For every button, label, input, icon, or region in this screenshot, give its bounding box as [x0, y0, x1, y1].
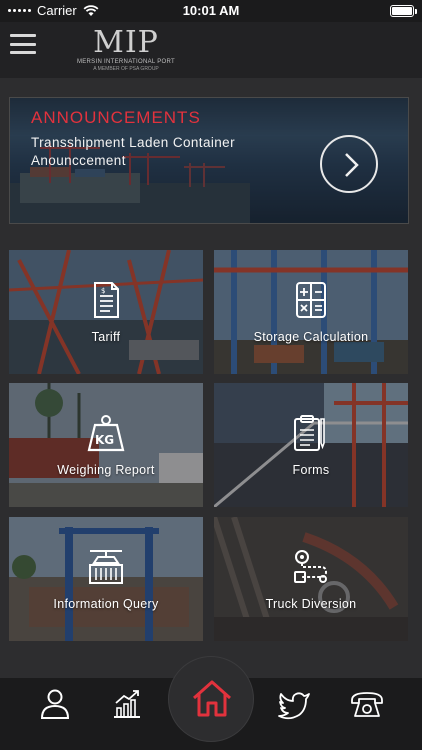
announcement-title: ANNOUNCEMENTS	[31, 108, 201, 127]
nav-statistics[interactable]	[109, 686, 145, 722]
status-bar: Carrier 10:01 AM	[0, 0, 422, 22]
tile-label: Information Query	[53, 597, 159, 611]
nav-twitter[interactable]	[277, 686, 313, 722]
weight-kg-icon: KG	[87, 415, 125, 452]
home-icon	[193, 680, 231, 717]
logo-member-line: A MEMBER OF PSA GROUP	[93, 66, 159, 72]
route-icon	[294, 550, 328, 583]
tile-label: Weighing Report	[57, 463, 155, 477]
tile-label: Forms	[292, 463, 330, 477]
announcement-text: Transshipment Laden Container Anouncceme…	[31, 135, 235, 168]
user-icon	[40, 689, 70, 719]
clipboard-pen-icon	[294, 415, 325, 451]
chart-icon	[114, 690, 140, 718]
tile-label: Truck Diversion	[265, 597, 357, 611]
announcement-next-button[interactable]	[320, 135, 378, 193]
clock: 10:01 AM	[182, 3, 240, 18]
app-header: MIP MERSIN INTERNATIONAL PORT A MEMBER O…	[0, 22, 422, 78]
svg-text:$: $	[101, 287, 105, 295]
battery-icon	[390, 5, 417, 17]
phone-icon	[351, 692, 383, 717]
tile-label: Tariff	[91, 330, 121, 344]
tile-label: Storage Calculation	[253, 330, 369, 344]
tile-weighing-report[interactable]: KG Weighing Report	[9, 383, 203, 507]
announcement-banner[interactable]: ANNOUNCEMENTS Transshipment Laden Contai…	[9, 97, 409, 224]
calculator-icon	[296, 282, 326, 318]
twitter-icon	[278, 692, 310, 720]
container-crane-icon	[89, 550, 123, 584]
nav-contact[interactable]	[349, 686, 385, 722]
tile-truck-diversion[interactable]: Truck Diversion	[214, 517, 408, 641]
document-icon: $	[94, 282, 119, 318]
tile-tariff[interactable]: $ Tariff	[9, 250, 203, 374]
mip-logo: MIP MERSIN INTERNATIONAL PORT A MEMBER O…	[76, 28, 176, 73]
nav-home[interactable]	[168, 656, 254, 742]
chevron-right-icon	[345, 153, 359, 177]
logo-mark: MIP	[93, 25, 159, 60]
hamburger-menu-icon[interactable]	[10, 34, 36, 54]
tile-storage-calculation[interactable]: Storage Calculation	[214, 250, 408, 374]
nav-profile[interactable]	[37, 686, 73, 722]
tile-forms[interactable]: Forms	[214, 383, 408, 507]
tile-information-query[interactable]: Information Query	[9, 517, 203, 641]
svg-text:KG: KG	[95, 433, 114, 447]
logo-subtitle: MERSIN INTERNATIONAL PORT	[76, 59, 176, 65]
